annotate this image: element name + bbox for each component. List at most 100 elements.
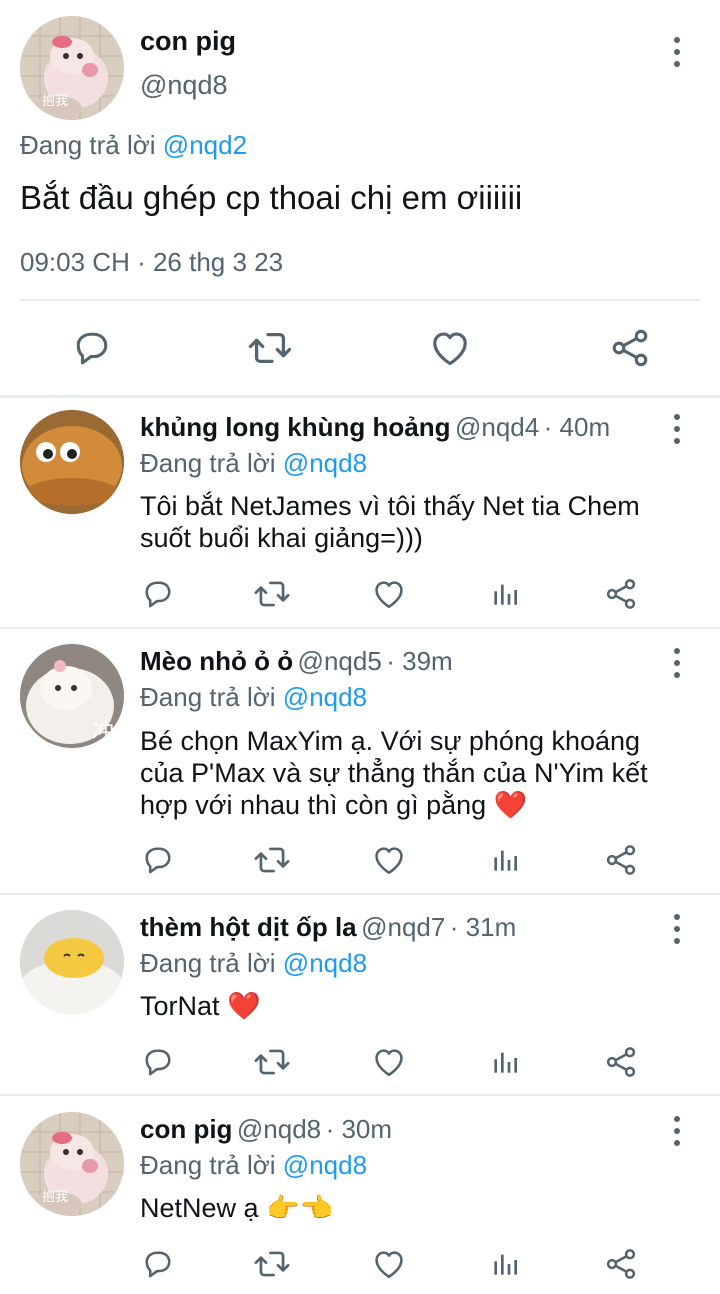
more-icon[interactable] [667, 648, 687, 678]
reply-button[interactable] [138, 840, 178, 880]
tweet-text: Bé chọn MaxYim ạ. Với sự phóng khoáng củ… [140, 725, 648, 821]
more-icon[interactable] [667, 1116, 687, 1146]
retweet-button[interactable] [252, 1042, 292, 1082]
tweet-text: NetNew ạ 👉👈 [140, 1192, 333, 1224]
author-name[interactable]: con pig [140, 26, 236, 57]
share-button[interactable] [601, 574, 641, 614]
analytics-icon [489, 1046, 521, 1078]
retweet-icon [253, 1245, 291, 1283]
like-button[interactable] [369, 1042, 409, 1082]
like-icon [371, 1044, 407, 1080]
retweet-button[interactable] [252, 840, 292, 880]
author-name[interactable]: thèm hột dịt ốp la [140, 912, 357, 942]
tweet-text: Tôi bắt NetJames vì tôi thấy Net tia Che… [140, 490, 640, 554]
like-icon [371, 576, 407, 612]
tweet-text: Bắt đầu ghép cp thoai chị em ơiiiiii [20, 179, 523, 216]
author-handle[interactable]: @nqd7 [361, 912, 445, 942]
replying-to-line: Đang trả lời @nqd2 [20, 130, 247, 161]
reply-button[interactable] [138, 574, 178, 614]
more-icon[interactable] [667, 414, 687, 444]
egg-avatar-image [20, 910, 124, 1014]
author-name[interactable]: khủng long khùng hoảng [140, 412, 451, 442]
analytics-button[interactable] [485, 840, 525, 880]
tweet-text-line: hợp với nhau thì còn gì pằng ❤️ [140, 790, 528, 820]
reply-icon [140, 576, 176, 612]
divider [0, 627, 720, 629]
tweet-time: · 30m [325, 1114, 393, 1144]
author-name[interactable]: Mèo nhỏ ỏ ỏ [140, 646, 293, 676]
reply-icon [140, 1044, 176, 1080]
share-icon [603, 842, 639, 878]
retweet-icon [253, 841, 291, 879]
divider [20, 299, 700, 301]
avatar[interactable] [20, 410, 124, 514]
tweet-header: Mèo nhỏ ỏ ỏ @nqd5 · 39m [140, 646, 453, 677]
avatar[interactable] [20, 910, 124, 1014]
reply-button[interactable] [68, 324, 116, 372]
replying-to-link[interactable]: @nqd8 [283, 1150, 367, 1180]
analytics-button[interactable] [485, 1042, 525, 1082]
divider [0, 1094, 720, 1096]
reply-button[interactable] [138, 1042, 178, 1082]
avatar[interactable]: 抱我 [20, 1112, 124, 1216]
retweet-button[interactable] [252, 1244, 292, 1284]
reply-icon [140, 1246, 176, 1282]
replying-to-link[interactable]: @nqd2 [163, 130, 247, 160]
tweet-text-line: TorNat ❤️ [140, 991, 261, 1021]
share-button[interactable] [601, 1244, 641, 1284]
replying-prefix: Đang trả lời [140, 1150, 276, 1180]
replying-prefix: Đang trả lời [140, 948, 276, 978]
dino-avatar-image [20, 410, 124, 514]
reply-icon [140, 842, 176, 878]
like-button[interactable] [369, 574, 409, 614]
share-button[interactable] [601, 840, 641, 880]
replying-to-link[interactable]: @nqd8 [283, 948, 367, 978]
avatar-caption: 冲 [92, 720, 115, 745]
like-icon [428, 326, 472, 370]
replying-to-link[interactable]: @nqd8 [283, 682, 367, 712]
like-button[interactable] [369, 840, 409, 880]
tweet-text-line: Tôi bắt NetJames vì tôi thấy Net tia Che… [140, 491, 640, 521]
replying-to-line: Đang trả lời @nqd8 [140, 448, 367, 479]
retweet-icon [253, 575, 291, 613]
share-button[interactable] [606, 324, 654, 372]
more-icon[interactable] [667, 914, 687, 944]
replying-to-line: Đang trả lời @nqd8 [140, 682, 367, 713]
avatar-caption: 抱我 [42, 1190, 69, 1205]
replying-prefix: Đang trả lời [20, 130, 156, 160]
share-button[interactable] [601, 1042, 641, 1082]
like-icon [371, 842, 407, 878]
retweet-icon [253, 1043, 291, 1081]
author-handle[interactable]: @nqd8 [140, 70, 227, 101]
tweet-time: · 40m [543, 412, 611, 442]
tweet-text-line: suốt buổi khai giảng=))) [140, 523, 423, 553]
tweet-text-line: Bé chọn MaxYim ạ. Với sự phóng khoáng [140, 726, 641, 756]
like-button[interactable] [369, 1244, 409, 1284]
tweet-header: khủng long khùng hoảng @nqd4 · 40m [140, 412, 610, 443]
pig-avatar-image [20, 16, 124, 120]
reply-button[interactable] [138, 1244, 178, 1284]
tweet-time: · 31m [449, 912, 517, 942]
analytics-button[interactable] [485, 574, 525, 614]
replying-to-link[interactable]: @nqd8 [283, 448, 367, 478]
replying-to-line: Đang trả lời @nqd8 [140, 948, 367, 979]
tweet-header: con pig @nqd8 · 30m [140, 1114, 392, 1145]
more-icon[interactable] [667, 37, 687, 67]
like-button[interactable] [426, 324, 474, 372]
author-handle[interactable]: @nqd5 [298, 646, 382, 676]
retweet-button[interactable] [252, 574, 292, 614]
tweet-text-line: của P'Max và sự thẳng thắn của N'Yim kết [140, 758, 648, 788]
author-handle[interactable]: @nqd4 [455, 412, 539, 442]
author-name[interactable]: con pig [140, 1114, 232, 1144]
avatar[interactable]: 冲 [20, 644, 124, 748]
analytics-button[interactable] [485, 1244, 525, 1284]
author-handle[interactable]: @nqd8 [237, 1114, 321, 1144]
avatar[interactable]: 抱我 [20, 16, 124, 120]
analytics-icon [489, 578, 521, 610]
share-icon [608, 326, 652, 370]
replying-to-line: Đang trả lời @nqd8 [140, 1150, 367, 1181]
analytics-icon [489, 1248, 521, 1280]
retweet-button[interactable] [246, 324, 294, 372]
divider [0, 893, 720, 895]
tweet-time: · 39m [386, 646, 453, 676]
